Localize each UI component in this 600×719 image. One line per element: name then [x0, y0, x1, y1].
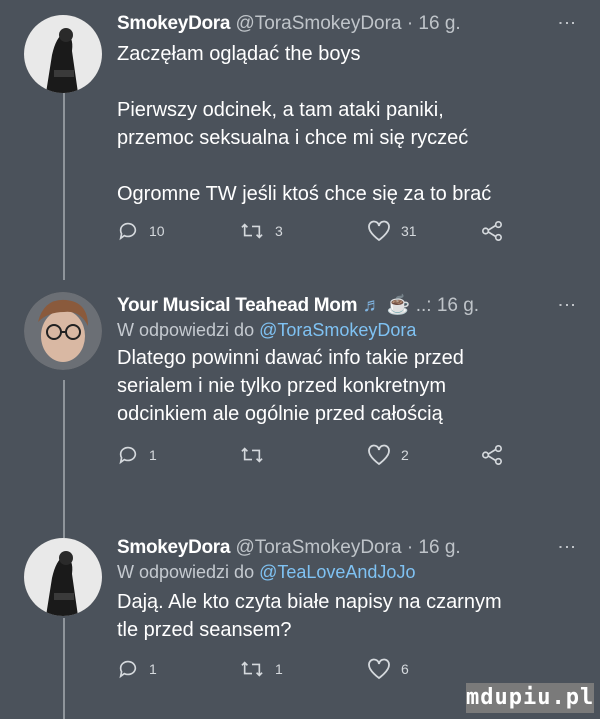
reply-button[interactable]: 10 — [117, 220, 165, 242]
share-icon — [482, 445, 502, 465]
avatar[interactable] — [24, 15, 102, 93]
tweet-line: Dlatego powinni dawać info takie przed — [117, 347, 464, 369]
avatar[interactable] — [24, 538, 102, 616]
tweet-line: serialem i nie tylko przed konkretnym — [117, 375, 447, 397]
like-icon — [368, 658, 390, 680]
reply-prefix: W odpowiedzi do — [117, 320, 260, 340]
tweet-header: SmokeyDora @ToraSmokeyDora · 16 g. — [117, 12, 570, 36]
timestamp[interactable]: 16 g. — [437, 295, 479, 316]
retweet-icon — [241, 223, 263, 239]
reply-prefix: W odpowiedzi do — [117, 562, 260, 582]
avatar[interactable] — [24, 292, 102, 370]
display-name[interactable]: SmokeyDora — [117, 537, 230, 558]
tweet[interactable]: Your Musical Teahead Mom ♬ ☕ ..: 16 g. ⋮… — [0, 292, 600, 532]
like-button[interactable]: 31 — [367, 220, 417, 242]
retweet-count: 1 — [275, 661, 283, 677]
like-count: 2 — [401, 447, 409, 463]
reply-context: W odpowiedzi do @ToraSmokeyDora — [117, 318, 570, 342]
tweet-header: Your Musical Teahead Mom ♬ ☕ ..: 16 g. — [117, 294, 570, 318]
more-icon[interactable]: ⋮ — [556, 14, 578, 33]
retweet-icon — [241, 661, 263, 677]
username[interactable]: ..: — [416, 295, 432, 316]
retweet-count: 3 — [275, 223, 283, 239]
like-icon — [368, 444, 390, 466]
more-icon[interactable]: ⋮ — [556, 296, 578, 315]
like-count: 6 — [401, 661, 409, 677]
share-icon — [482, 221, 502, 241]
tweet-line: Zaczęłam oglądać the boys — [117, 43, 361, 65]
tweet-text: Zaczęłam oglądać the boys Pierwszy odcin… — [117, 40, 570, 208]
reply-mention[interactable]: @TeaLoveAndJoJo — [259, 562, 415, 582]
tweet[interactable]: SmokeyDora @ToraSmokeyDora · 16 g. ⋮ Zac… — [0, 10, 600, 280]
reply-icon — [119, 660, 137, 679]
reply-icon — [119, 446, 137, 465]
reply-button[interactable]: 1 — [117, 444, 157, 466]
tweet-line: Dają. Ale kto czyta białe napisy na czar… — [117, 591, 502, 613]
timestamp[interactable]: · 16 g. — [407, 537, 461, 558]
tweet-line: Ogromne TW jeśli ktoś chce się za to bra… — [117, 183, 492, 205]
retweet-icon — [241, 447, 263, 463]
like-button[interactable]: 6 — [367, 658, 409, 680]
reply-count: 1 — [149, 447, 157, 463]
reply-count: 10 — [149, 223, 165, 239]
reply-context: W odpowiedzi do @TeaLoveAndJoJo — [117, 560, 570, 584]
tweet-text: Dają. Ale kto czyta białe napisy na czar… — [117, 588, 570, 644]
reply-mention[interactable]: @ToraSmokeyDora — [259, 320, 416, 340]
tweet-actions: 10 3 31 — [117, 220, 570, 252]
timestamp[interactable]: · 16 g. — [407, 13, 461, 34]
display-name[interactable]: Your Musical Teahead Mom — [117, 295, 358, 316]
like-icon — [368, 220, 390, 242]
tweet-line: Pierwszy odcinek, a tam ataki paniki, — [117, 99, 444, 121]
username[interactable]: @ToraSmokeyDora — [235, 13, 401, 34]
like-count: 31 — [401, 223, 417, 239]
display-name[interactable]: SmokeyDora — [117, 13, 230, 34]
username[interactable]: @ToraSmokeyDora — [235, 537, 401, 558]
reply-icon — [119, 222, 137, 241]
retweet-button[interactable]: 1 — [239, 658, 283, 680]
tweet-header: SmokeyDora @ToraSmokeyDora · 16 g. — [117, 536, 570, 560]
reply-count: 1 — [149, 661, 157, 677]
tweet-line: odcinkiem ale ogólnie przed całością — [117, 403, 443, 425]
retweet-button[interactable]: 3 — [239, 220, 283, 242]
like-button[interactable]: 2 — [367, 444, 409, 466]
share-button[interactable] — [481, 220, 503, 242]
tweet-line — [117, 68, 570, 96]
reply-button[interactable]: 1 — [117, 658, 157, 680]
share-button[interactable] — [481, 444, 503, 466]
tweet-actions: 1 2 — [117, 444, 570, 476]
tweet-text: Dlatego powinni dawać info takie przed s… — [117, 344, 570, 428]
tweet-line: tle przed seansem? — [117, 619, 292, 641]
tweet-line: przemoc seksualna i chce mi się ryczeć — [117, 127, 469, 149]
name-emoji: ♬ ☕ — [362, 295, 411, 316]
watermark: mdupiu.pl — [466, 683, 594, 713]
tweet-line — [117, 152, 570, 180]
retweet-button[interactable] — [239, 444, 275, 466]
more-icon[interactable]: ⋮ — [556, 538, 578, 557]
